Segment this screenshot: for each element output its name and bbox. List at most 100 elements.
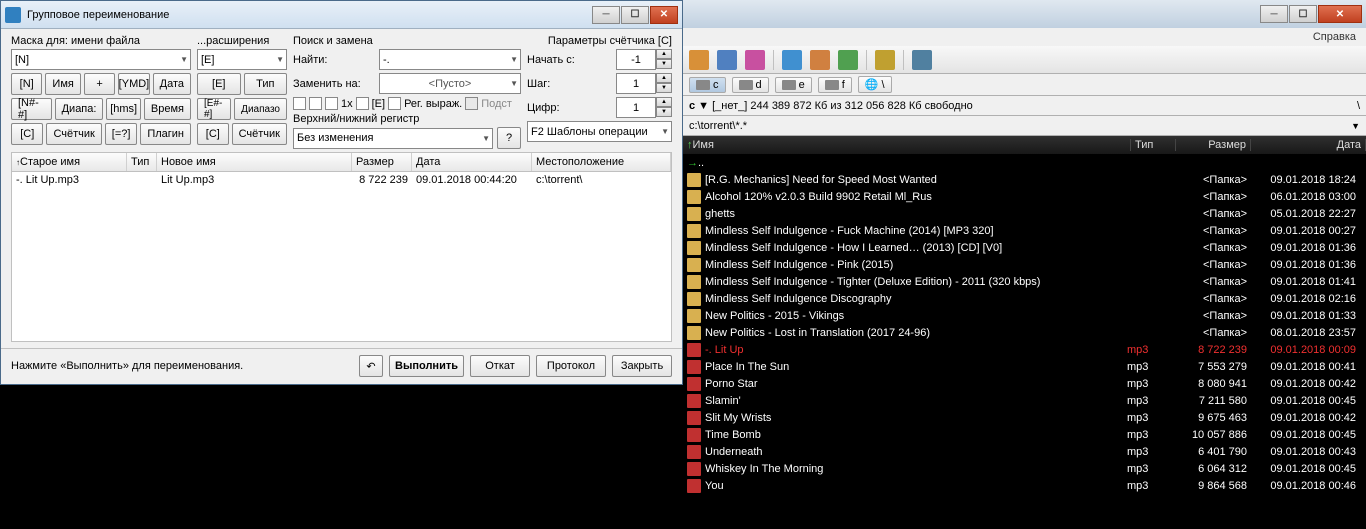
drive-button-d[interactable]: d [732, 77, 769, 93]
drive-status-bar: c ▼ [_нет_] 244 389 872 Кб из 312 056 82… [683, 96, 1366, 116]
close-button[interactable]: ✕ [650, 6, 678, 24]
mask-ext-combo[interactable]: [E]▼ [197, 49, 287, 70]
1x-checkbox[interactable] [325, 97, 338, 110]
folder-icon [687, 275, 701, 289]
folder-icon [687, 309, 701, 323]
e-checkbox[interactable] [356, 97, 369, 110]
fm-row[interactable]: Underneathmp36 401 79009.01.2018 00:43 [683, 443, 1366, 460]
drive-icon [825, 80, 839, 90]
n-button[interactable]: [N] [11, 73, 42, 95]
find-combo[interactable]: -.▼ [379, 49, 521, 70]
list-row[interactable]: -. Lit Up.mp3Lit Up.mp38 722 23909.01.20… [12, 172, 671, 188]
audio-icon [687, 479, 701, 493]
range2-label-button[interactable]: Диапазо [234, 98, 287, 120]
templates-combo[interactable]: F2 Шаблоны операции▼ [527, 121, 672, 142]
chevron-down-icon[interactable]: ▼ [1351, 121, 1360, 131]
fm-close-button[interactable]: ✕ [1318, 5, 1362, 23]
folder-icon [687, 241, 701, 255]
drive-button-c[interactable]: c [689, 77, 726, 93]
case-combo[interactable]: Без изменения▼ [293, 128, 493, 149]
maximize-button[interactable]: ☐ [621, 6, 649, 24]
fm-row[interactable]: Yoump39 864 56809.01.2018 00:46 [683, 477, 1366, 494]
drive-button-e[interactable]: e [775, 77, 812, 93]
step-spinner[interactable]: ▲▼ [616, 73, 672, 94]
fm-row[interactable]: Mindless Self Indulgence Discography<Пап… [683, 290, 1366, 307]
regex-checkbox[interactable] [388, 97, 401, 110]
fm-row[interactable]: New Politics - 2015 - Vikings<Папка>09.0… [683, 307, 1366, 324]
minimize-button[interactable]: ─ [592, 6, 620, 24]
help-button[interactable]: ? [497, 127, 521, 149]
fm-row[interactable]: →.. [683, 154, 1366, 171]
fm-row[interactable]: -. Lit Upmp38 722 23909.01.2018 00:09 [683, 341, 1366, 358]
fm-minimize-button[interactable]: ─ [1260, 5, 1288, 23]
rename-dialog: Групповое переименование ─ ☐ ✕ Маска для… [0, 0, 683, 385]
fm-row[interactable]: Slamin'mp37 211 58009.01.2018 00:45 [683, 392, 1366, 409]
ymd-button[interactable]: [YMD] [118, 73, 149, 95]
opt1-checkbox[interactable] [293, 97, 306, 110]
replace-combo[interactable]: <Пусто>▼ [379, 73, 521, 94]
tool-icon[interactable] [875, 50, 895, 70]
range1-button[interactable]: [N#-#] [11, 98, 52, 120]
fm-titlebar[interactable]: ─ ☐ ✕ [683, 0, 1366, 28]
counter2-button[interactable]: Счётчик [232, 123, 287, 145]
fm-row[interactable]: Mindless Self Indulgence - How I Learned… [683, 239, 1366, 256]
fm-row[interactable]: Alcohol 120% v2.0.3 Build 9902 Retail Ml… [683, 188, 1366, 205]
range2-button[interactable]: [E#-#] [197, 98, 231, 120]
mask-file-combo[interactable]: [N]▼ [11, 49, 191, 70]
fm-list-header[interactable]: ↑Имя Тип Размер Дата [683, 136, 1366, 154]
help-menu-item[interactable]: Справка [1313, 31, 1356, 43]
fm-row[interactable]: [R.G. Mechanics] Need for Speed Most Wan… [683, 171, 1366, 188]
fm-row[interactable]: Mindless Self Indulgence - Fuck Machine … [683, 222, 1366, 239]
chevron-down-icon: ▼ [276, 55, 284, 64]
hms-button[interactable]: [hms] [106, 98, 140, 120]
tool-icon[interactable] [912, 50, 932, 70]
e-button[interactable]: [E] [197, 73, 241, 95]
list-header[interactable]: ↑Старое имя Тип Новое имя Размер Дата Ме… [11, 152, 672, 172]
eq-button[interactable]: [=?] [105, 123, 137, 145]
network-button[interactable]: 🌐\ [858, 76, 892, 93]
date-button[interactable]: Дата [153, 73, 191, 95]
fm-row[interactable]: Mindless Self Indulgence - Tighter (Delu… [683, 273, 1366, 290]
fm-row[interactable]: Porno Starmp38 080 94109.01.2018 00:42 [683, 375, 1366, 392]
fm-row[interactable]: Slit My Wristsmp39 675 46309.01.2018 00:… [683, 409, 1366, 426]
drive-button-f[interactable]: f [818, 77, 852, 93]
fm-maximize-button[interactable]: ☐ [1289, 5, 1317, 23]
fm-file-list[interactable]: →..[R.G. Mechanics] Need for Speed Most … [683, 154, 1366, 529]
name-button[interactable]: Имя [45, 73, 80, 95]
fm-row[interactable]: Whiskey In The Morningmp36 064 31209.01.… [683, 460, 1366, 477]
execute-button[interactable]: Выполнить [389, 355, 464, 377]
tool-icon[interactable] [838, 50, 858, 70]
fm-row[interactable]: ghetts<Папка>05.01.2018 22:27 [683, 205, 1366, 222]
type-button[interactable]: Тип [244, 73, 288, 95]
file-manager: ─ ☐ ✕ Справка cdef 🌐\ c ▼ [_нет_] 244 389… [683, 0, 1366, 529]
file-list[interactable]: -. Lit Up.mp3Lit Up.mp38 722 23909.01.20… [11, 172, 672, 342]
chevron-down-icon: ▼ [510, 55, 518, 64]
tool-icon[interactable] [782, 50, 802, 70]
tool-icon[interactable] [717, 50, 737, 70]
c-button[interactable]: [C] [11, 123, 43, 145]
opt2-checkbox[interactable] [309, 97, 322, 110]
start-spinner[interactable]: ▲▼ [616, 49, 672, 70]
range1-label-button[interactable]: Диапа: [55, 98, 104, 120]
tool-icon[interactable] [810, 50, 830, 70]
fm-row[interactable]: New Politics - Lost in Translation (2017… [683, 324, 1366, 341]
c2-button[interactable]: [C] [197, 123, 229, 145]
plus-button[interactable]: + [84, 73, 115, 95]
search-replace-label: Поиск и замена [293, 35, 521, 47]
path-bar[interactable]: c:\torrent\*.* ▼ [683, 116, 1366, 136]
counter-button[interactable]: Счётчик [46, 123, 101, 145]
protocol-button[interactable]: Протокол [536, 355, 606, 377]
fm-row[interactable]: Place In The Sunmp37 553 27909.01.2018 0… [683, 358, 1366, 375]
dialog-titlebar[interactable]: Групповое переименование ─ ☐ ✕ [1, 1, 682, 29]
close-dialog-button[interactable]: Закрыть [612, 355, 672, 377]
time-button[interactable]: Время [144, 98, 191, 120]
refresh-icon[interactable] [689, 50, 709, 70]
undo-button[interactable]: ↶ [359, 355, 383, 377]
digits-spinner[interactable]: ▲▼ [616, 97, 672, 118]
fm-row[interactable]: Time Bombmp310 057 88609.01.2018 00:45 [683, 426, 1366, 443]
tool-icon[interactable] [745, 50, 765, 70]
rollback-button[interactable]: Откат [470, 355, 530, 377]
plugin-button[interactable]: Плагин [140, 123, 191, 145]
fm-row[interactable]: Mindless Self Indulgence - Pink (2015)<П… [683, 256, 1366, 273]
fm-menubar[interactable]: Справка [683, 28, 1366, 46]
